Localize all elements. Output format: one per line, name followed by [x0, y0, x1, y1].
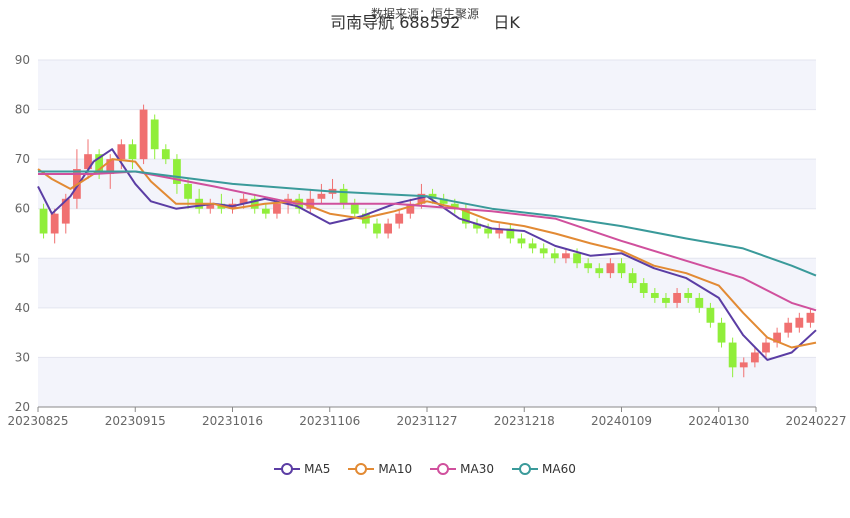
candle-body	[628, 273, 637, 284]
x-tick-label: 20230825	[7, 414, 68, 428]
candle-body	[39, 208, 48, 234]
candle-body	[750, 352, 759, 363]
legend-marker-icon	[430, 463, 457, 475]
x-tick-label: 20231016	[202, 414, 263, 428]
y-tick-label: 70	[15, 152, 30, 166]
candle-body	[139, 109, 148, 160]
candle-body	[762, 342, 770, 353]
candle-body	[528, 243, 537, 249]
candle-body	[684, 292, 693, 298]
candle-body	[50, 213, 59, 234]
x-tick-label: 20231106	[299, 414, 360, 428]
candle-body	[373, 223, 381, 234]
y-tick-label: 40	[15, 301, 30, 315]
legend-label: MA10	[378, 462, 413, 476]
candle-body	[161, 149, 170, 160]
candle-body	[517, 238, 526, 244]
candle-body	[117, 144, 126, 160]
candle-body	[717, 322, 726, 343]
candle-body	[662, 297, 670, 303]
candle-body	[539, 248, 548, 254]
candle-body	[806, 312, 815, 323]
candle-body	[606, 263, 615, 274]
candle-body	[784, 322, 793, 333]
candle-body	[584, 263, 593, 269]
legend-item-ma30[interactable]: MA30	[430, 462, 494, 476]
candle-body	[728, 342, 737, 368]
kline-chart: 20 30 40 50 60 70 80 90 20230825 20230915 2023101…	[7, 53, 847, 428]
candle-body	[550, 253, 559, 259]
candle-body	[261, 208, 270, 214]
candle-body	[617, 263, 626, 274]
y-tick-label: 50	[15, 251, 30, 265]
candle-body	[273, 203, 281, 214]
plot-band	[38, 357, 816, 407]
legend: MA5 MA10 MA30 MA60	[0, 462, 850, 476]
legend-marker-icon	[512, 463, 539, 475]
candle-body	[639, 283, 648, 293]
y-axis: 20 30 40 50 60 70 80 90	[15, 53, 30, 414]
legend-item-ma60[interactable]: MA60	[512, 462, 576, 476]
candle-body	[128, 144, 137, 160]
candle-body	[650, 292, 659, 298]
x-tick-label: 20240130	[688, 414, 749, 428]
y-tick-label: 60	[15, 202, 30, 216]
x-tick-label: 20230915	[105, 414, 166, 428]
legend-item-ma10[interactable]: MA10	[348, 462, 412, 476]
candle-body	[395, 213, 404, 224]
candle-body	[795, 317, 804, 328]
legend-label: MA5	[304, 462, 331, 476]
candle-body	[673, 292, 681, 303]
legend-marker-icon	[274, 463, 301, 475]
candle-body	[739, 362, 748, 368]
x-tick-label: 20240227	[785, 414, 846, 428]
x-axis: 20230825 20230915 20231016 20231106 20231127…	[7, 406, 847, 428]
legend-label: MA30	[460, 462, 495, 476]
candle-body	[706, 307, 715, 323]
x-tick-label: 20240109	[591, 414, 652, 428]
candle-body	[384, 223, 392, 234]
y-tick-label: 80	[15, 103, 30, 117]
legend-marker-icon	[348, 463, 375, 475]
candle-body	[595, 268, 604, 274]
candle-body	[317, 193, 326, 199]
x-tick-label: 20231127	[396, 414, 457, 428]
candle-body	[573, 253, 581, 264]
candle-body	[184, 183, 192, 199]
y-tick-label: 30	[15, 350, 30, 364]
x-tick-label: 20231218	[494, 414, 555, 428]
candle-body	[562, 253, 570, 259]
candle-body	[150, 119, 159, 150]
plot-background	[38, 60, 816, 407]
y-tick-label: 20	[15, 400, 30, 414]
y-tick-label: 90	[15, 53, 30, 67]
legend-label: MA60	[542, 462, 576, 476]
candle-body	[350, 203, 359, 214]
candle-body	[695, 297, 704, 308]
legend-item-ma5[interactable]: MA5	[274, 462, 330, 476]
plot-band	[38, 60, 816, 110]
candle-body	[484, 228, 493, 234]
grid-lines	[38, 59, 816, 408]
